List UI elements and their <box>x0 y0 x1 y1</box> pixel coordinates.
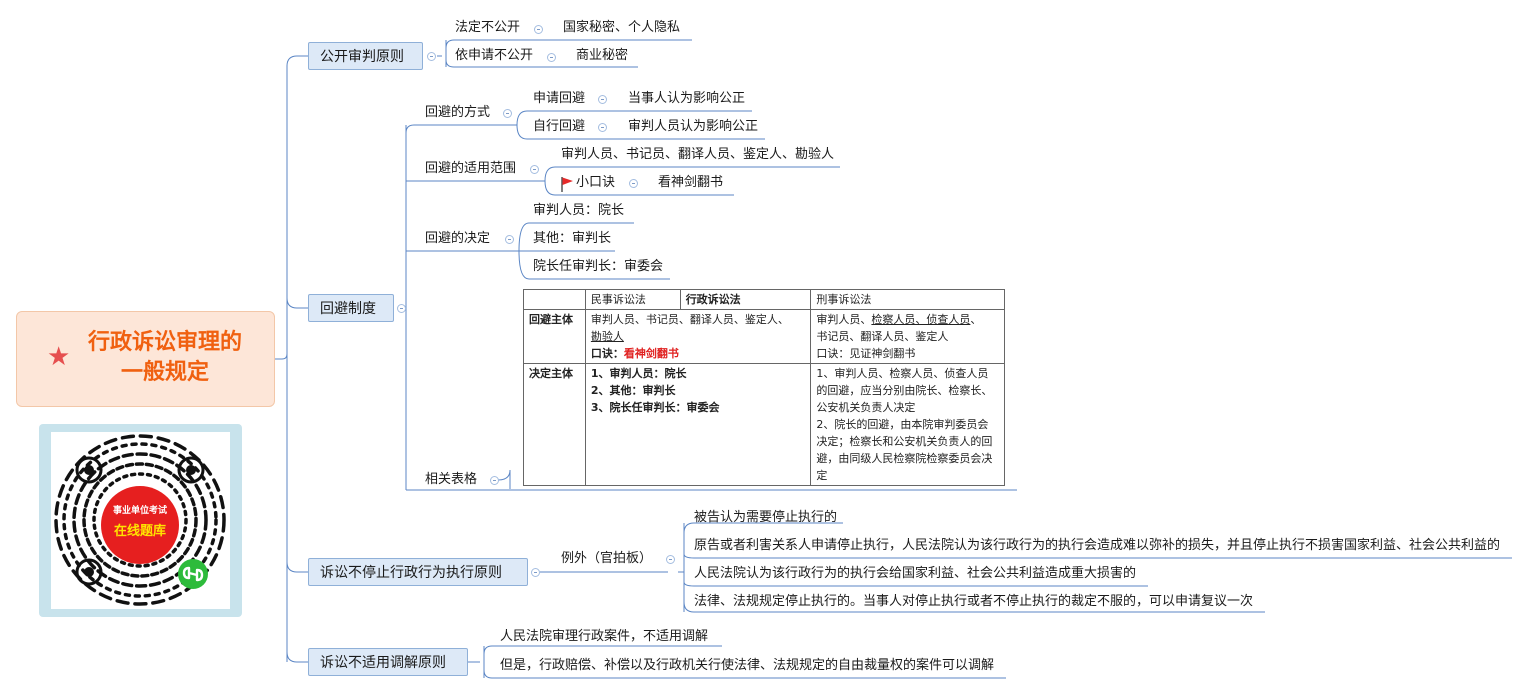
collapse-icon[interactable] <box>598 95 607 104</box>
comparison-table: 民事诉讼法 行政诉讼法 刑事诉讼法 回避主体 审判人员、书记员、翻译人员、鉴定人… <box>523 289 1005 486</box>
leaf-exception-1[interactable]: 被告认为需要停止执行的 <box>694 510 837 526</box>
header-civil: 民事诉讼法 <box>584 289 681 310</box>
mind-map: ★ 行政诉讼审理的 一般规定 事业单位考试 在线题库 公开审判原则 回避制度 诉… <box>0 0 1528 699</box>
leaf-decision-judges[interactable]: 审判人员：院长 <box>533 203 624 219</box>
leaf-decision-others[interactable]: 其他：审判长 <box>533 231 611 247</box>
star-icon: ★ <box>47 342 71 372</box>
leaf-state-secret[interactable]: 国家秘密、个人隐私 <box>563 20 680 36</box>
node-related-table[interactable]: 相关表格 <box>425 472 477 488</box>
collapse-icon[interactable] <box>547 53 556 62</box>
table-row: 决定主体 1、审判人员：院长 2、其他：审判长 3、院长任审判长：审委会 1、审… <box>523 363 1005 486</box>
leaf-mnemonic[interactable]: 看神剑翻书 <box>658 175 723 191</box>
mini-program-icon <box>178 559 208 589</box>
leaf-trade-secret[interactable]: 商业秘密 <box>576 48 628 64</box>
cell-criminal-decision: 1、审判人员、检察人员、侦查人员的回避，应当分别由院长、检察长、公安机关负责人决… <box>810 363 1005 486</box>
cell-criminal-subject: 审判人员、检察人员、侦查人员、 书记员、翻译人员、鉴定人 口诀：见证神剑翻书 <box>810 309 1005 364</box>
node-recusal-way[interactable]: 回避的方式 <box>425 105 490 121</box>
row-label-subject: 回避主体 <box>523 309 586 364</box>
collapse-icon[interactable] <box>598 123 607 132</box>
leaf-mediation-1[interactable]: 人民法院审理行政案件，不适用调解 <box>500 629 708 645</box>
table-header-row: 民事诉讼法 行政诉讼法 刑事诉讼法 <box>523 289 1005 310</box>
node-self-recusal[interactable]: 自行回避 <box>533 119 585 135</box>
row-label-decision: 决定主体 <box>523 363 586 486</box>
branch-no-stop[interactable]: 诉讼不停止行政行为执行原则 <box>308 558 528 586</box>
collapse-icon[interactable] <box>505 235 514 244</box>
leaf-mediation-2[interactable]: 但是，行政赔偿、补偿以及行政机关行使法律、法规规定的自由裁量权的案件可以调解 <box>500 658 994 674</box>
root-topic[interactable]: ★ 行政诉讼审理的 一般规定 <box>16 311 275 407</box>
leaf-exception-4[interactable]: 法律、法规规定停止执行的。当事人对停止执行或者不停止执行的裁定不服的，可以申请复… <box>694 594 1253 610</box>
cell-civil-decision: 1、审判人员：院长 2、其他：审判长 3、院长任审判长：审委会 <box>584 363 812 486</box>
branch-open-trial[interactable]: 公开审判原则 <box>308 42 423 70</box>
collapse-icon[interactable] <box>503 109 512 118</box>
collapse-icon[interactable] <box>666 555 675 564</box>
collapse-icon[interactable] <box>490 476 499 485</box>
node-exception[interactable]: 例外（官拍板） <box>561 551 652 567</box>
root-title: 行政诉讼审理的 一般规定 <box>87 330 242 385</box>
leaf-decision-president[interactable]: 院长任审判长：审委会 <box>533 259 663 275</box>
node-mnemonic[interactable]: 小口诀 <box>576 175 615 191</box>
node-apply-closed[interactable]: 依申请不公开 <box>455 48 533 64</box>
leaf-party-fairness[interactable]: 当事人认为影响公正 <box>628 91 745 107</box>
collapse-icon[interactable] <box>397 304 406 313</box>
collapse-icon[interactable] <box>531 568 540 577</box>
leaf-scope-persons[interactable]: 审判人员、书记员、翻译人员、鉴定人、勘验人 <box>561 147 834 163</box>
leaf-judge-fairness[interactable]: 审判人员认为影响公正 <box>628 119 758 135</box>
node-recusal-decision[interactable]: 回避的决定 <box>425 231 490 247</box>
collapse-icon[interactable] <box>534 25 543 34</box>
qr-center-badge: 事业单位考试 在线题库 <box>101 486 179 564</box>
branch-recusal[interactable]: 回避制度 <box>308 294 394 322</box>
branch-no-mediation[interactable]: 诉讼不适用调解原则 <box>308 648 468 676</box>
collapse-icon[interactable] <box>629 179 638 188</box>
table-row: 回避主体 审判人员、书记员、翻译人员、鉴定人、 勘验人 口诀：看神剑翻书 审判人… <box>523 309 1005 364</box>
red-flag-icon <box>561 177 573 192</box>
collapse-icon[interactable] <box>530 165 539 174</box>
node-legal-closed[interactable]: 法定不公开 <box>455 20 520 36</box>
leaf-exception-3[interactable]: 人民法院认为该行政行为的执行会给国家利益、社会公共利益造成重大损害的 <box>694 566 1136 582</box>
node-apply-recusal[interactable]: 申请回避 <box>533 91 585 107</box>
header-admin: 行政诉讼法 <box>679 289 812 310</box>
header-criminal: 刑事诉讼法 <box>810 289 1005 310</box>
node-recusal-scope[interactable]: 回避的适用范围 <box>425 161 516 177</box>
collapse-icon[interactable] <box>427 52 436 61</box>
leaf-exception-2[interactable]: 原告或者利害关系人申请停止执行，人民法院认为该行政行为的执行会造成难以弥补的损失… <box>694 538 1500 554</box>
cell-civil-subject: 审判人员、书记员、翻译人员、鉴定人、 勘验人 口诀：看神剑翻书 <box>584 309 812 364</box>
